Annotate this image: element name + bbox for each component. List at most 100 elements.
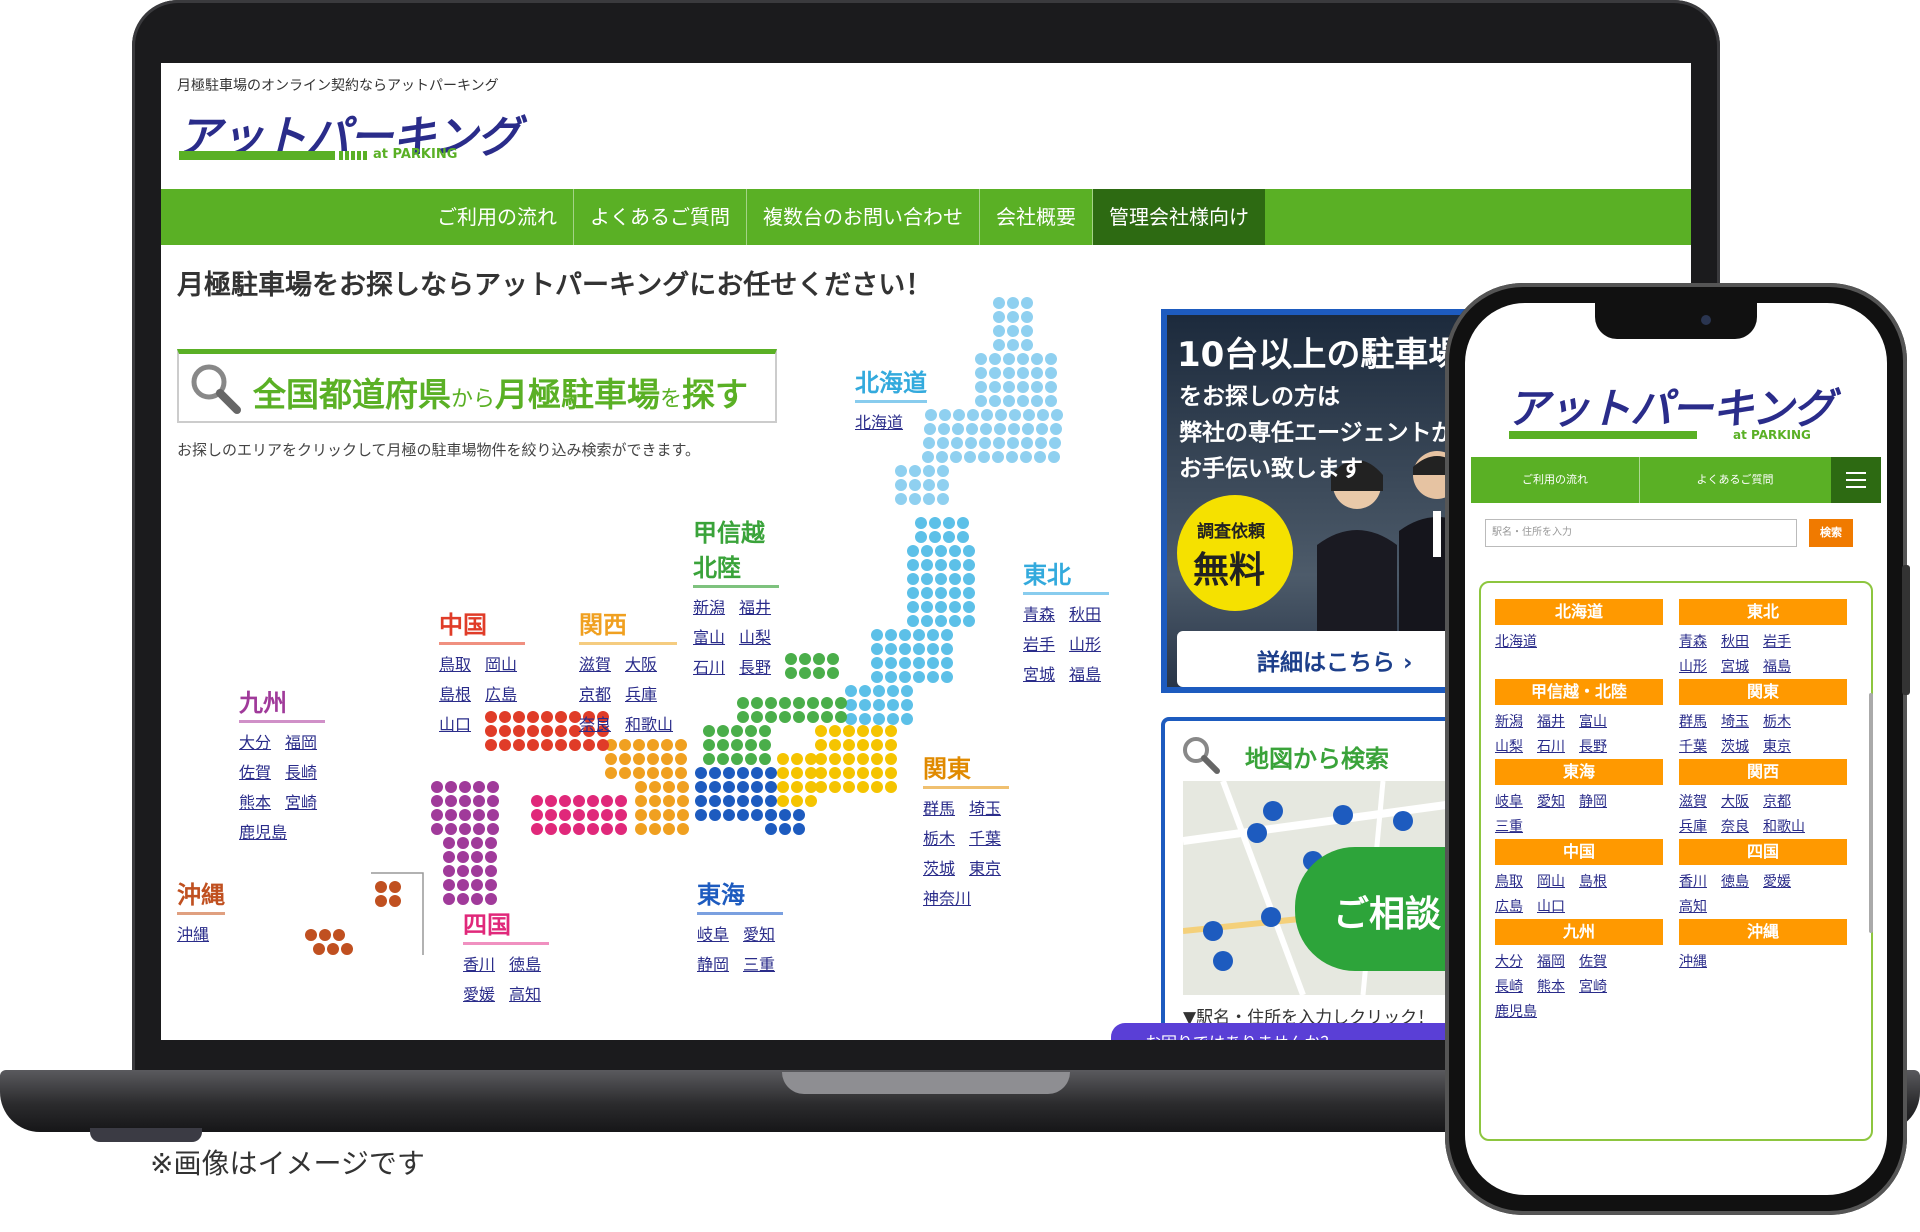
map-dot-kh[interactable]	[703, 725, 715, 737]
map-dot-ky[interactable]	[457, 879, 469, 891]
map-dot-th[interactable]	[871, 629, 883, 641]
map-dot-sk[interactable]	[601, 809, 613, 821]
map-dot-th[interactable]	[845, 699, 857, 711]
map-dot-th[interactable]	[873, 699, 885, 711]
region-label-chugoku[interactable]: 中国	[439, 605, 525, 645]
map-dot-tk[interactable]	[695, 795, 707, 807]
map-dot-cg[interactable]	[485, 739, 497, 751]
phone-pref-link[interactable]: 三重	[1495, 816, 1537, 836]
map-dot-ks[interactable]	[635, 823, 647, 835]
map-dot-hk[interactable]	[965, 437, 977, 449]
map-dot-kt[interactable]	[805, 767, 817, 779]
map-dot-hk[interactable]	[1021, 437, 1033, 449]
map-dot-sk[interactable]	[545, 809, 557, 821]
map-dot-hk[interactable]	[989, 381, 1001, 393]
map-dot-th[interactable]	[935, 559, 947, 571]
pref-link[interactable]: 栃木	[923, 825, 969, 849]
map-dot-ky[interactable]	[457, 837, 469, 849]
map-dot-th[interactable]	[949, 559, 961, 571]
map-dot-th[interactable]	[943, 531, 955, 543]
map-dot-ky[interactable]	[471, 879, 483, 891]
map-dot-ks[interactable]	[633, 739, 645, 751]
phone-pref-link[interactable]: 宮城	[1721, 656, 1763, 676]
map-dot-tk[interactable]	[737, 795, 749, 807]
map-dot-kt[interactable]	[857, 781, 869, 793]
map-dot-th[interactable]	[871, 643, 883, 655]
phone-pref-link[interactable]: 石川	[1537, 736, 1579, 756]
map-dot-sk[interactable]	[531, 795, 543, 807]
map-dot-ky[interactable]	[473, 781, 485, 793]
map-dot-hk[interactable]	[909, 465, 921, 477]
nav-item-company[interactable]: 会社概要	[980, 189, 1093, 245]
region-label-hokuriku[interactable]: 北陸	[693, 548, 779, 588]
pref-link[interactable]: 三重	[743, 951, 789, 975]
phone-pref-link[interactable]: 徳島	[1721, 871, 1763, 891]
phone-pref-link[interactable]: 山梨	[1495, 736, 1537, 756]
map-dot-kt[interactable]	[885, 753, 897, 765]
pref-link[interactable]: 高知	[509, 981, 555, 1005]
map-dot-hk[interactable]	[1021, 339, 1033, 351]
map-dot-ky[interactable]	[431, 809, 443, 821]
map-dot-ok[interactable]	[333, 929, 345, 941]
phone-region-header[interactable]: 東海	[1495, 759, 1663, 785]
map-dot-th[interactable]	[941, 671, 953, 683]
map-dot-sk[interactable]	[587, 823, 599, 835]
map-dot-ky[interactable]	[473, 809, 485, 821]
pref-link[interactable]: 山口	[439, 711, 485, 735]
pref-link[interactable]: 富山	[693, 624, 739, 648]
phone-pref-link[interactable]: 秋田	[1721, 631, 1763, 651]
map-dot-hk[interactable]	[975, 353, 987, 365]
phone-pref-link[interactable]: 岡山	[1537, 871, 1579, 891]
map-dot-kt[interactable]	[871, 781, 883, 793]
map-dot-hk[interactable]	[1021, 325, 1033, 337]
map-dot-cg[interactable]	[499, 739, 511, 751]
phone-pref-link[interactable]: 山形	[1679, 656, 1721, 676]
map-dot-tk[interactable]	[765, 823, 777, 835]
map-dot-kt[interactable]	[885, 767, 897, 779]
phone-nav-item-faq[interactable]: よくあるご質問	[1639, 457, 1832, 503]
map-dot-hk[interactable]	[953, 409, 965, 421]
pref-link[interactable]: 千葉	[969, 825, 1015, 849]
phone-pref-link[interactable]: 宮崎	[1579, 976, 1621, 996]
map-dot-ky[interactable]	[443, 865, 455, 877]
map-dot-kh[interactable]	[717, 739, 729, 751]
map-dot-ks[interactable]	[675, 753, 687, 765]
map-dot-th[interactable]	[899, 671, 911, 683]
map-dot-ky[interactable]	[459, 795, 471, 807]
pref-link[interactable]: 岐阜	[697, 921, 743, 945]
map-dot-kt[interactable]	[843, 753, 855, 765]
map-dot-hk[interactable]	[1007, 437, 1019, 449]
map-dot-ok[interactable]	[319, 929, 331, 941]
map-dot-th[interactable]	[913, 671, 925, 683]
map-dot-hk[interactable]	[981, 409, 993, 421]
map-dot-ky[interactable]	[445, 809, 457, 821]
map-dot-kh[interactable]	[717, 753, 729, 765]
phone-logo[interactable]: アットパーキング	[1507, 375, 1835, 436]
pref-link[interactable]: 島根	[439, 681, 485, 705]
phone-pref-link[interactable]: 和歌山	[1763, 816, 1805, 836]
map-dot-tk[interactable]	[737, 781, 749, 793]
pref-link[interactable]: 和歌山	[625, 711, 677, 735]
map-dot-ky[interactable]	[485, 893, 497, 905]
map-dot-sk[interactable]	[615, 809, 627, 821]
map-dot-kh[interactable]	[737, 697, 749, 709]
pref-link[interactable]: 佐賀	[239, 759, 285, 783]
phone-search-button[interactable]: 検索	[1809, 519, 1853, 547]
map-dot-sk[interactable]	[615, 795, 627, 807]
map-dot-kh[interactable]	[807, 711, 819, 723]
pref-link[interactable]: 神奈川	[923, 885, 971, 909]
map-dot-hk[interactable]	[980, 423, 992, 435]
map-dot-th[interactable]	[921, 615, 933, 627]
pref-link[interactable]: 鹿児島	[239, 819, 287, 843]
map-dot-kh[interactable]	[779, 711, 791, 723]
pref-link[interactable]: 兵庫	[625, 681, 677, 705]
phone-region-header[interactable]: 関東	[1679, 679, 1847, 705]
region-label-koshinetsu[interactable]: 甲信越	[693, 513, 779, 548]
map-dot-hk[interactable]	[993, 437, 1005, 449]
map-dot-hk[interactable]	[1031, 353, 1043, 365]
map-dot-ks[interactable]	[635, 795, 647, 807]
map-dot-th[interactable]	[871, 671, 883, 683]
pref-link[interactable]: 沖縄	[177, 921, 225, 945]
map-dot-th[interactable]	[935, 545, 947, 557]
map-dot-cg[interactable]	[597, 739, 609, 751]
